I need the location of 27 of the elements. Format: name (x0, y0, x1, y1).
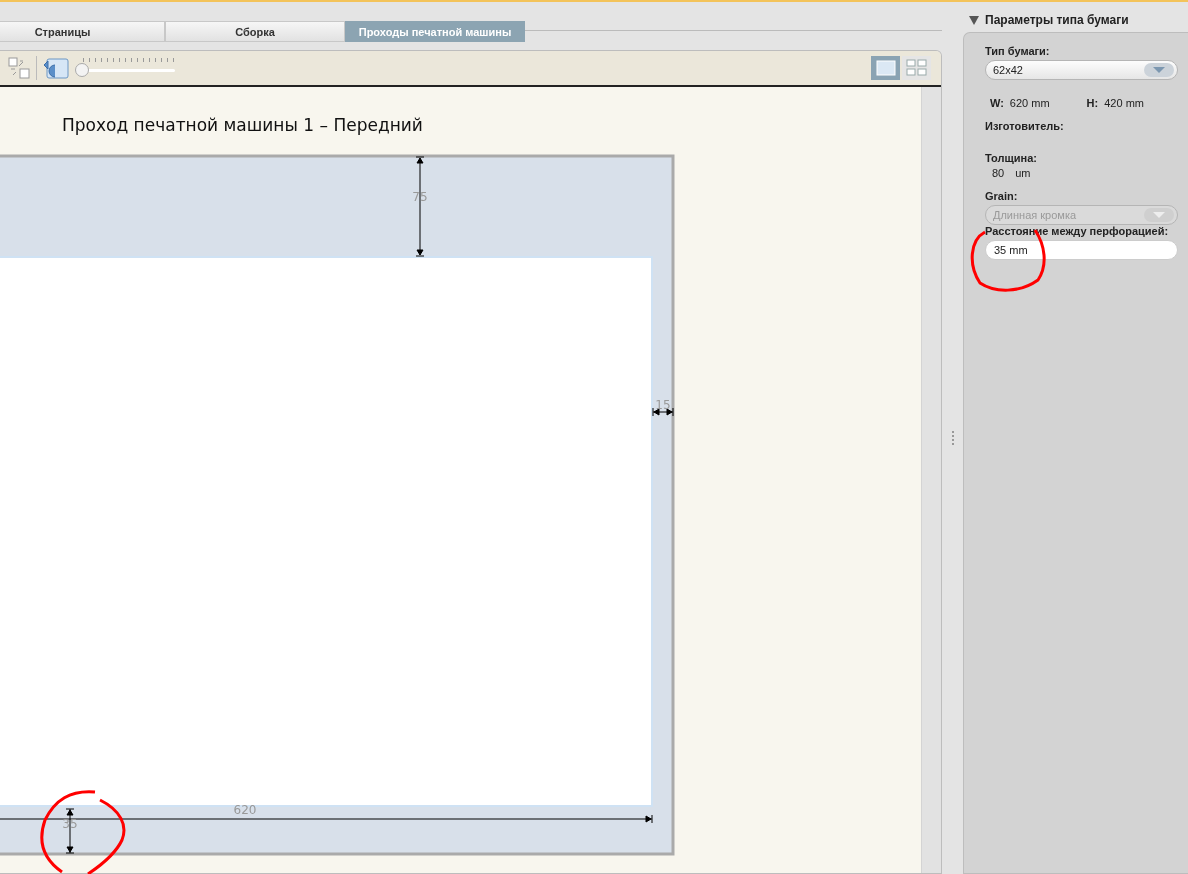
panel-title: Параметры типа бумаги (985, 13, 1129, 27)
field-label: Толщина: (985, 152, 1037, 164)
layout-icon[interactable] (8, 57, 30, 79)
field-label: Изготовитель: (985, 120, 1064, 132)
single-view-button[interactable] (871, 56, 900, 80)
field-label: W: (990, 97, 1004, 109)
field-label: Grain: (985, 190, 1018, 202)
thickness-value: 80 (992, 167, 1005, 179)
dimension-arrow (652, 407, 674, 417)
zoom-slider[interactable] (75, 57, 175, 79)
height-value: 420 mm (1104, 97, 1144, 109)
page-rotate-icon[interactable] (43, 56, 69, 80)
scrollbar[interactable] (921, 87, 941, 873)
field-label: Тип бумаги: (985, 45, 1050, 57)
tab[interactable]: Сборка (165, 21, 345, 42)
perforation-input[interactable]: 35 mm (985, 240, 1178, 260)
slider-thumb[interactable] (75, 63, 89, 77)
dimension-label: 620 (233, 803, 257, 817)
grid-view-button[interactable] (902, 56, 931, 80)
dimension-label: 15 (655, 398, 671, 412)
print-pass-title: Проход печатной машины 1 – Передний (62, 115, 423, 135)
unit-label: um (1015, 167, 1031, 179)
tab[interactable]: Страницы (0, 21, 165, 42)
field-label: H: (1086, 97, 1099, 109)
paper-type-dropdown[interactable]: 62x42 (985, 60, 1178, 80)
width-value: 620 mm (1009, 97, 1050, 109)
field-label: Расстояние между перфорацией: (985, 225, 1169, 237)
